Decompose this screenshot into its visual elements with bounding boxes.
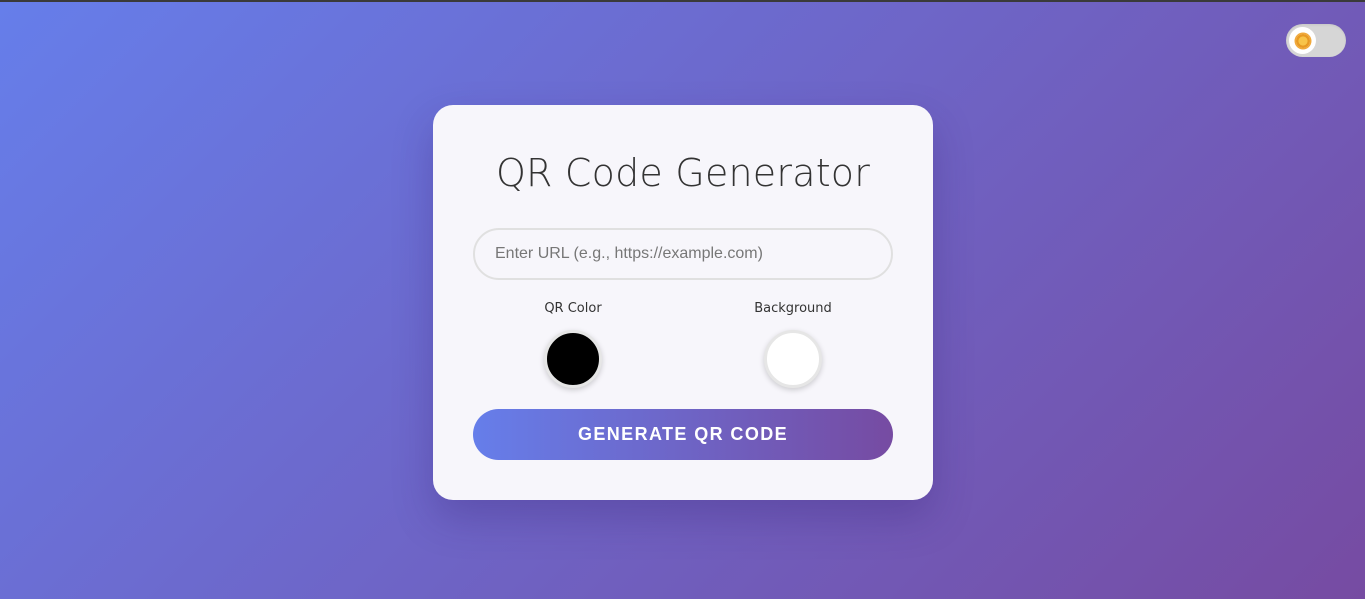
generate-qr-button[interactable]: GENERATE QR CODE — [473, 409, 893, 460]
theme-toggle[interactable] — [1286, 24, 1346, 57]
page-title: QR Code Generator — [495, 151, 871, 195]
window-top-border — [0, 0, 1365, 2]
qr-color-label: QR Color — [544, 301, 602, 316]
qr-color-picker[interactable] — [544, 330, 602, 388]
url-input[interactable] — [473, 228, 893, 280]
background-color-label: Background — [754, 301, 832, 316]
background-color-picker[interactable] — [764, 330, 822, 388]
qr-color-group: QR Color — [513, 301, 633, 388]
sun-icon — [1295, 33, 1310, 48]
theme-toggle-knob[interactable] — [1289, 27, 1316, 54]
qr-generator-card: QR Code Generator QR Color Background GE… — [433, 105, 933, 500]
background-color-group: Background — [733, 301, 853, 388]
